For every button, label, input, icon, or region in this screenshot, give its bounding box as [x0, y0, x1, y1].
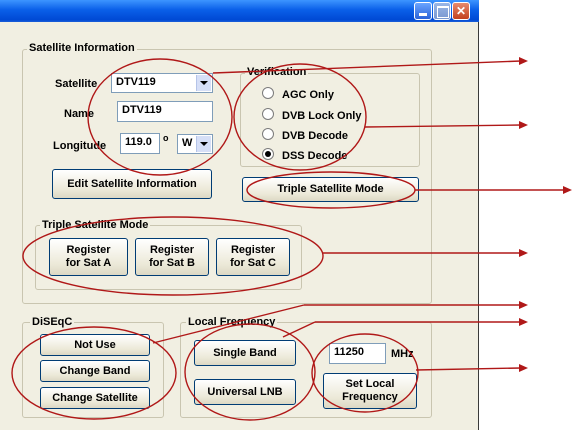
annotation-ellipse-band-buttons	[184, 323, 316, 421]
annotation-ellipse-register-buttons	[22, 216, 324, 296]
annotation-line-2	[364, 124, 522, 128]
arrowhead-icon	[519, 364, 528, 372]
arrowhead-icon	[519, 249, 528, 257]
annotation-line-1	[212, 60, 522, 74]
annotation-line-5a	[152, 304, 305, 344]
annotation-line-7	[415, 367, 522, 371]
annotation-ellipse-triple-mode	[246, 171, 416, 209]
arrowhead-icon	[519, 121, 528, 129]
arrowhead-icon	[519, 318, 528, 326]
annotation-ellipse-diseqc	[11, 326, 177, 420]
annotation-ellipse-satellite-fields	[87, 58, 233, 176]
annotation-overlay	[11, 57, 572, 421]
annotation-line-6a	[282, 321, 316, 338]
arrowhead-icon	[519, 301, 528, 309]
arrowhead-icon	[519, 57, 528, 65]
arrowhead-icon	[563, 186, 572, 194]
annotation-ellipse-local-frequency	[311, 333, 419, 413]
annotation-ellipse-verification	[233, 63, 367, 171]
